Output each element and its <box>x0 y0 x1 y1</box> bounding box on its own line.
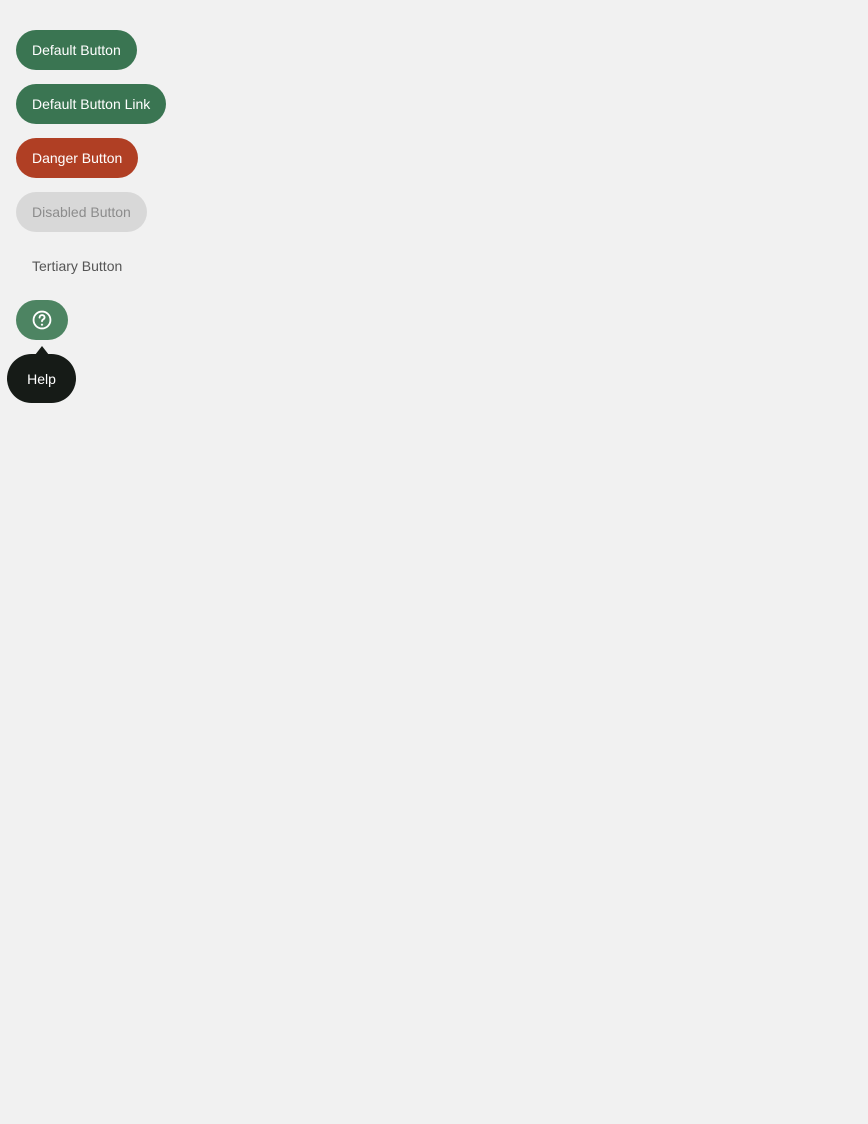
default-button-link[interactable]: Default Button Link <box>16 84 167 124</box>
tertiary-button[interactable]: Tertiary Button <box>16 246 138 286</box>
help-tooltip: Help <box>7 354 76 403</box>
button-showcase: Default Button Default Button Link Dange… <box>16 30 167 340</box>
help-button[interactable] <box>16 300 68 340</box>
danger-button[interactable]: Danger Button <box>16 138 139 178</box>
help-circle-icon <box>31 309 53 331</box>
default-button[interactable]: Default Button <box>16 30 137 70</box>
disabled-button: Disabled Button <box>16 192 147 232</box>
